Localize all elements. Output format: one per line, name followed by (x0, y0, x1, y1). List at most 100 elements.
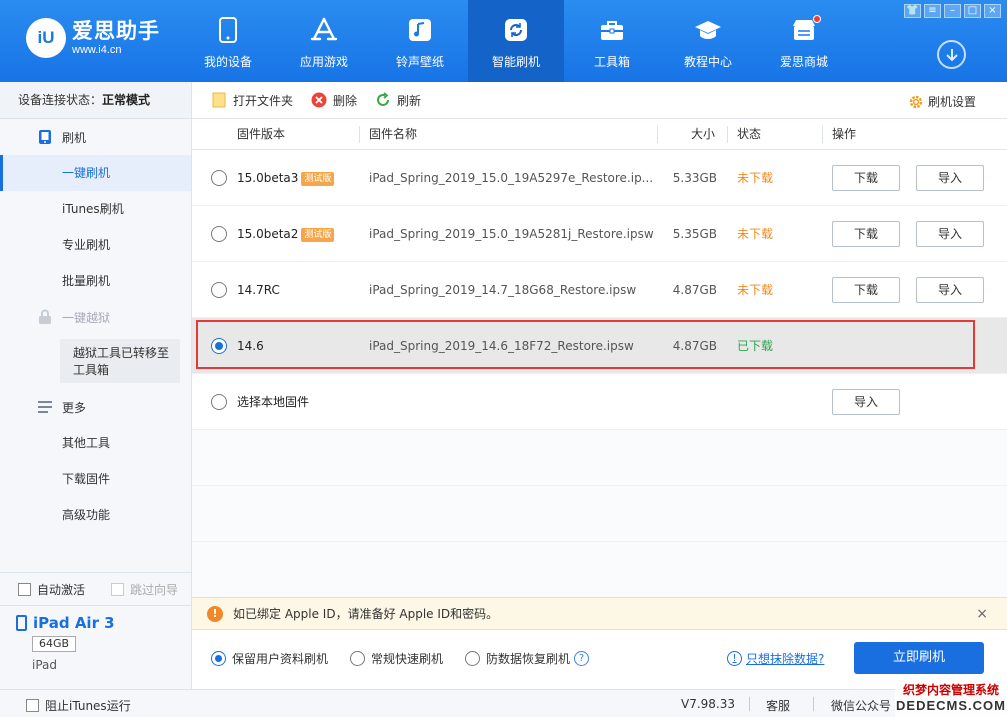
table-row[interactable]: 14.7RC iPad_Spring_2019_14.7_18G68_Resto… (192, 262, 1007, 318)
sidebar-item-other-tools[interactable]: 其他工具 (0, 425, 191, 461)
logo-mark: iU (26, 18, 66, 58)
list-icon (37, 399, 53, 415)
table-row-local-firmware[interactable]: 选择本地固件 导入 (192, 374, 1007, 430)
firmware-radio[interactable] (211, 226, 227, 242)
sidebar-group-more: 更多 (0, 389, 191, 425)
refresh-icon (375, 92, 391, 108)
main-nav: 我的设备 应用游戏 铃声壁纸 智能刷机 工具箱 教程中心 爱思商城 (180, 0, 852, 82)
customer-service-link[interactable]: 客服 (766, 697, 790, 714)
download-button[interactable]: 下载 (832, 221, 900, 247)
beta-badge: 测试版 (301, 171, 335, 186)
beta-badge: 测试版 (301, 227, 335, 242)
app-title: 爱思助手 (72, 19, 160, 43)
sidebar-item-advanced[interactable]: 高级功能 (0, 497, 191, 533)
col-version: 固件版本 (237, 127, 286, 141)
table-row[interactable]: 15.0beta2 测试版 iPad_Spring_2019_15.0_19A52… (192, 206, 1007, 262)
status-bar: 阻止iTunes运行 V7.98.33 客服 微信公众号 (0, 689, 1007, 717)
skin-icon[interactable]: 👕 (904, 4, 921, 18)
device-type: iPad (32, 658, 58, 672)
table-row[interactable]: 15.0beta3 测试版 iPad_Spring_2019_15.0_19A52… (192, 150, 1007, 206)
firmware-table-header: 固件版本 固件名称 大小 状态 操作 (192, 119, 1007, 150)
firmware-list: 15.0beta3 测试版 iPad_Spring_2019_15.0_19A52… (192, 150, 1007, 597)
close-icon[interactable]: × (976, 606, 988, 622)
connection-mode: 正常模式 (102, 93, 151, 107)
flash-settings-button[interactable]: 刷机设置 (908, 93, 976, 110)
keep-data-option[interactable]: 保留用户资料刷机 (211, 650, 328, 667)
nav-apps-games[interactable]: 应用游戏 (276, 0, 372, 82)
nav-toolbox[interactable]: 工具箱 (564, 0, 660, 82)
activation-options: 自动激活 跳过向导 (0, 572, 191, 606)
sidebar-group-jailbreak: 一键越狱 (0, 299, 191, 335)
col-name: 固件名称 (369, 127, 418, 141)
auto-activate-checkbox[interactable]: 自动激活 (18, 581, 85, 598)
firmware-radio[interactable] (211, 282, 227, 298)
download-icon[interactable] (937, 40, 966, 69)
phone-icon (37, 129, 53, 145)
import-button[interactable]: 导入 (916, 277, 984, 303)
menu-icon[interactable]: ≡ (924, 4, 941, 18)
import-local-button[interactable]: 导入 (832, 389, 900, 415)
sidebar-item-one-click-flash[interactable]: 一键刷机 (0, 155, 191, 191)
maximize-icon[interactable]: □ (964, 4, 981, 18)
lock-icon (37, 309, 53, 325)
download-button[interactable]: 下载 (832, 277, 900, 303)
firmware-radio[interactable] (211, 170, 227, 186)
status-badge: 已下载 (737, 339, 774, 353)
open-folder-button[interactable]: 打开文件夹 (211, 92, 293, 109)
minimize-icon[interactable]: – (944, 4, 961, 18)
device-info: iPad Air 3 64GB iPad (0, 606, 191, 686)
import-button[interactable]: 导入 (916, 221, 984, 247)
connection-status: 设备连接状态：正常模式 (0, 82, 191, 119)
block-itunes-checkbox[interactable]: 阻止iTunes运行 (26, 697, 131, 714)
sidebar-item-itunes-flash[interactable]: iTunes刷机 (0, 191, 191, 227)
sidebar-item-download-firmware[interactable]: 下载固件 (0, 461, 191, 497)
nav-ringtones[interactable]: 铃声壁纸 (372, 0, 468, 82)
delete-icon (311, 92, 327, 108)
nav-my-device[interactable]: 我的设备 (180, 0, 276, 82)
phone-icon (213, 16, 243, 44)
table-row-selected[interactable]: 14.6 iPad_Spring_2019_14.6_18F72_Restore… (192, 318, 1007, 374)
delete-button[interactable]: 删除 (311, 92, 357, 109)
jailbreak-moved-note: 越狱工具已转移至工具箱 (60, 339, 180, 383)
wechat-link[interactable]: 微信公众号 (831, 697, 891, 714)
device-capacity: 64GB (32, 636, 77, 652)
nav-shop[interactable]: 爱思商城 (756, 0, 852, 82)
flash-options: 保留用户资料刷机 常规快速刷机 防数据恢复刷机 ? ! 只想抹除数据? 立即刷机 (192, 630, 1007, 686)
app-store-icon (309, 16, 339, 44)
quick-flash-option[interactable]: 常规快速刷机 (350, 650, 443, 667)
gear-icon (908, 94, 924, 110)
app-logo: iU 爱思助手 www.i4.cn (26, 18, 160, 58)
window-controls: 👕 ≡ – □ × (904, 4, 1001, 18)
folder-icon (211, 92, 227, 108)
download-button[interactable]: 下载 (832, 165, 900, 191)
toolbox-icon (597, 16, 627, 44)
refresh-button[interactable]: 刷新 (375, 92, 421, 109)
erase-data-link[interactable]: ! 只想抹除数据? (727, 650, 824, 667)
col-action: 操作 (832, 127, 857, 141)
close-icon[interactable]: × (984, 4, 1001, 18)
sidebar-item-batch-flash[interactable]: 批量刷机 (0, 263, 191, 299)
status-badge: 未下载 (737, 171, 774, 185)
firmware-radio-selected[interactable] (211, 338, 227, 354)
watermark: 织梦内容管理系统 DEDECMS.COM (895, 682, 1007, 717)
ipad-icon (16, 615, 27, 631)
title-bar: iU 爱思助手 www.i4.cn 我的设备 应用游戏 铃声壁纸 智能刷机 工具… (0, 0, 1007, 82)
col-size: 大小 (691, 127, 716, 141)
flash-now-button[interactable]: 立即刷机 (854, 642, 984, 674)
status-badge: 未下载 (737, 227, 774, 241)
nav-tutorials[interactable]: 教程中心 (660, 0, 756, 82)
sidebar-item-pro-flash[interactable]: 专业刷机 (0, 227, 191, 263)
anti-recovery-option[interactable]: 防数据恢复刷机 ? (465, 650, 590, 667)
col-status: 状态 (737, 127, 762, 141)
sidebar: 设备连接状态：正常模式 刷机 一键刷机 iTunes刷机 专业刷机 批量刷机 一… (0, 82, 192, 717)
help-icon[interactable]: ? (574, 650, 590, 666)
firmware-radio[interactable] (211, 394, 227, 410)
skip-guide-checkbox[interactable]: 跳过向导 (111, 581, 178, 598)
nav-smart-flash[interactable]: 智能刷机 (468, 0, 564, 82)
import-button[interactable]: 导入 (916, 165, 984, 191)
notification-dot (813, 15, 821, 23)
apple-id-notice: ! 如已绑定 Apple ID，请准备好 Apple ID和密码。 × (192, 597, 1007, 630)
app-version: V7.98.33 (681, 697, 736, 711)
sidebar-group-flash: 刷机 (0, 119, 191, 155)
toolbar: 打开文件夹 删除 刷新 刷机设置 (192, 82, 1007, 119)
